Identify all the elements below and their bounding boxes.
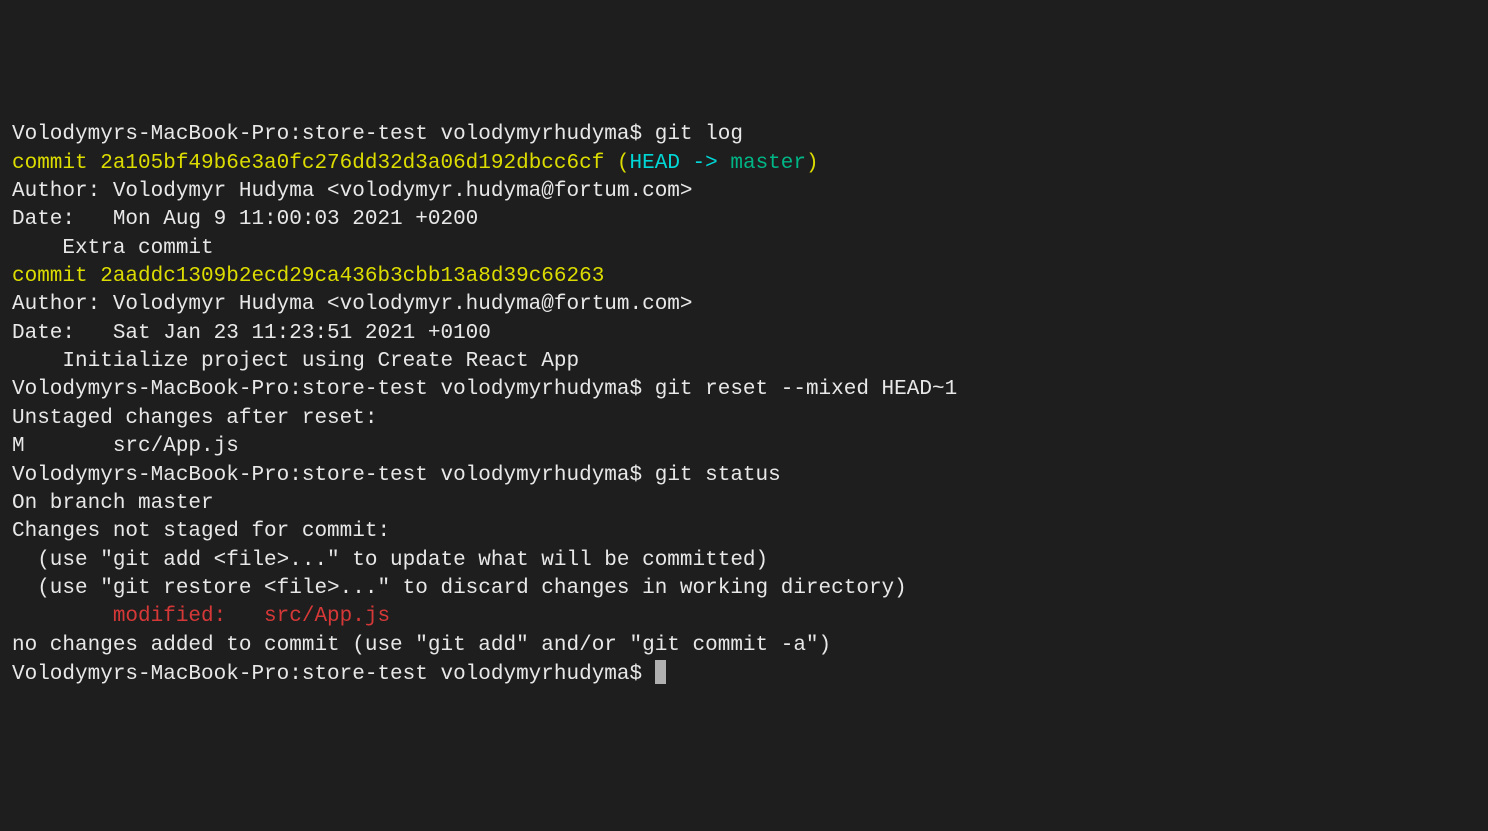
prompt-line: Volodymyrs-MacBook-Pro:store-test volody… [12, 376, 1476, 404]
prompt-line: Volodymyrs-MacBook-Pro:store-test volody… [12, 660, 1476, 689]
reset-output: M src/App.js [12, 433, 1476, 461]
status-hint: (use "git restore <file>..." to discard … [12, 575, 1476, 603]
commit-header: commit 2aaddc1309b2ecd29ca436b3cbb13a8d3… [12, 263, 1476, 291]
commit-date: Date: Sat Jan 23 11:23:51 2021 +0100 [12, 320, 1476, 348]
status-branch: On branch master [12, 490, 1476, 518]
commit-message: Initialize project using Create React Ap… [12, 348, 1476, 376]
cursor [655, 660, 666, 684]
commit-message: Extra commit [12, 235, 1476, 263]
terminal-output[interactable]: Volodymyrs-MacBook-Pro:store-test volody… [12, 121, 1476, 689]
commit-author: Author: Volodymyr Hudyma <volodymyr.hudy… [12, 178, 1476, 206]
commit-date: Date: Mon Aug 9 11:00:03 2021 +0200 [12, 206, 1476, 234]
commit-header: commit 2a105bf49b6e3a0fc276dd32d3a06d192… [12, 150, 1476, 178]
prompt-line: Volodymyrs-MacBook-Pro:store-test volody… [12, 462, 1476, 490]
status-modified: modified: src/App.js [12, 603, 1476, 631]
status-hint: (use "git add <file>..." to update what … [12, 547, 1476, 575]
reset-output: Unstaged changes after reset: [12, 405, 1476, 433]
commit-author: Author: Volodymyr Hudyma <volodymyr.hudy… [12, 291, 1476, 319]
status-changes-header: Changes not staged for commit: [12, 518, 1476, 546]
status-no-changes: no changes added to commit (use "git add… [12, 632, 1476, 660]
prompt-line: Volodymyrs-MacBook-Pro:store-test volody… [12, 121, 1476, 149]
